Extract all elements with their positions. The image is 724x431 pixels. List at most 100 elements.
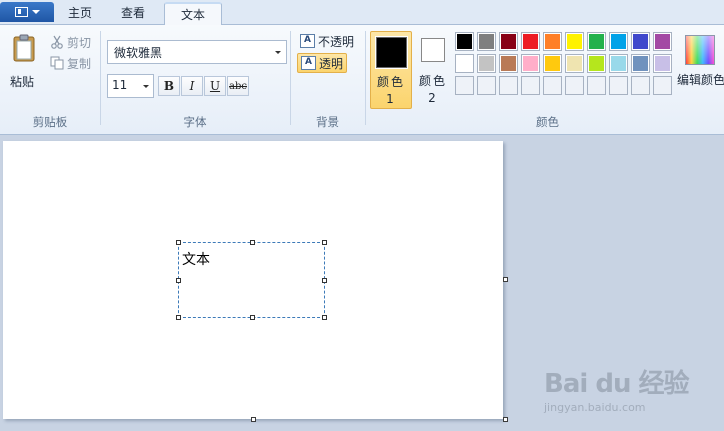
custom-color-slot[interactable] (455, 76, 474, 95)
tab-text[interactable]: 文本 (164, 2, 222, 26)
palette-swatch[interactable] (477, 54, 496, 73)
palette-swatch[interactable] (499, 32, 518, 51)
palette-swatch[interactable] (565, 54, 584, 73)
palette-swatch[interactable] (499, 54, 518, 73)
clipboard-group-label: 剪贴板 (32, 115, 68, 129)
swatch-fill (545, 56, 560, 71)
swatch-fill (567, 34, 582, 49)
text-box-content[interactable]: 文本 (182, 249, 210, 269)
drawing-canvas[interactable]: 文本 (3, 141, 503, 419)
swatch-fill (457, 56, 472, 71)
bold-button[interactable]: B (158, 76, 180, 96)
swatch-fill (589, 56, 604, 71)
palette-swatch[interactable] (631, 32, 650, 51)
paste-button[interactable]: 粘贴 (6, 31, 42, 89)
underline-button[interactable]: U (204, 76, 226, 96)
palette-swatch[interactable] (543, 54, 562, 73)
color1-swatch (375, 36, 408, 69)
color2-button[interactable]: 颜色 2 (418, 31, 448, 109)
palette-swatch[interactable] (609, 54, 628, 73)
swatch-fill (655, 34, 670, 49)
strikethrough-button[interactable]: abc (227, 76, 249, 96)
transparent-option[interactable]: A 透明 (297, 53, 348, 73)
opaque-label: 不透明 (318, 34, 355, 49)
canvas-resize-handle[interactable] (251, 417, 256, 422)
swatch-fill (545, 34, 560, 49)
palette-swatch[interactable] (609, 32, 628, 51)
custom-color-slot[interactable] (521, 76, 540, 95)
resize-handle[interactable] (322, 240, 327, 245)
font-family-value: 微软雅黑 (114, 46, 163, 60)
palette-swatch[interactable] (587, 54, 606, 73)
cut-button[interactable]: 剪切 (50, 33, 91, 51)
canvas-resize-handle[interactable] (503, 417, 508, 422)
swatch-fill (501, 34, 516, 49)
font-size-select[interactable]: 11 (107, 74, 154, 98)
copy-icon (50, 56, 64, 70)
custom-color-slot[interactable] (587, 76, 606, 95)
resize-handle[interactable] (176, 240, 181, 245)
resize-handle[interactable] (322, 315, 327, 320)
group-divider (365, 31, 366, 125)
custom-color-slot[interactable] (499, 76, 518, 95)
custom-color-slot[interactable] (565, 76, 584, 95)
palette-swatch[interactable] (543, 32, 562, 51)
tab-home[interactable]: 主页 (58, 2, 102, 25)
custom-color-slot[interactable] (477, 76, 496, 95)
scissors-icon (51, 35, 63, 49)
application-menu-button[interactable] (0, 2, 54, 22)
watermark: Bai du 经验 jingyan.baidu.com (544, 363, 714, 423)
custom-color-slot[interactable] (609, 76, 628, 95)
palette-swatch[interactable] (455, 54, 474, 73)
swatch-fill (655, 56, 670, 71)
swatch-fill (611, 56, 626, 71)
tab-view[interactable]: 查看 (108, 2, 158, 25)
swatch-fill (501, 56, 516, 71)
font-group-label: 字体 (183, 115, 207, 129)
palette-swatch[interactable] (521, 54, 540, 73)
swatch-fill (633, 34, 648, 49)
resize-handle[interactable] (250, 240, 255, 245)
color-spectrum-icon (685, 35, 715, 65)
text-box[interactable]: 文本 (176, 240, 327, 320)
palette-swatch[interactable] (587, 32, 606, 51)
custom-color-slot[interactable] (543, 76, 562, 95)
palette-swatch[interactable] (653, 54, 672, 73)
resize-handle[interactable] (322, 278, 327, 283)
chevron-down-icon (275, 51, 281, 54)
custom-color-slot[interactable] (631, 76, 650, 95)
swatch-fill (479, 56, 494, 71)
color1-label: 颜色 1 (376, 75, 405, 106)
color2-label: 颜色 2 (418, 74, 447, 105)
canvas-resize-handle[interactable] (503, 277, 508, 282)
palette-swatch[interactable] (565, 32, 584, 51)
resize-handle[interactable] (250, 315, 255, 320)
palette-swatch[interactable] (631, 54, 650, 73)
transparent-icon: A (301, 56, 316, 70)
swatch-fill (457, 34, 472, 49)
custom-color-slot[interactable] (653, 76, 672, 95)
swatch-fill (633, 56, 648, 71)
edit-colors-label: 编辑颜色 (677, 73, 724, 87)
resize-handle[interactable] (176, 315, 181, 320)
swatch-fill (567, 56, 582, 71)
edit-colors-button[interactable]: 编辑颜色 (677, 31, 724, 107)
font-family-select[interactable]: 微软雅黑 (107, 40, 287, 64)
palette-swatch[interactable] (521, 32, 540, 51)
opaque-option[interactable]: A 不透明 (297, 31, 357, 51)
palette-swatch[interactable] (653, 32, 672, 51)
swatch-fill (611, 34, 626, 49)
copy-button[interactable]: 复制 (50, 54, 91, 72)
palette-swatch[interactable] (477, 32, 496, 51)
italic-button[interactable]: I (181, 76, 203, 96)
palette-swatch[interactable] (455, 32, 474, 51)
watermark-logo: Bai du 经验 (544, 369, 689, 399)
color1-button[interactable]: 颜色 1 (370, 31, 412, 109)
colors-group-label: 颜色 (536, 115, 559, 129)
swatch-fill (589, 34, 604, 49)
clipboard-icon (13, 34, 35, 62)
resize-handle[interactable] (176, 278, 181, 283)
background-group-label: 背景 (316, 115, 339, 129)
opaque-icon: A (300, 34, 315, 48)
document-icon (14, 7, 28, 17)
